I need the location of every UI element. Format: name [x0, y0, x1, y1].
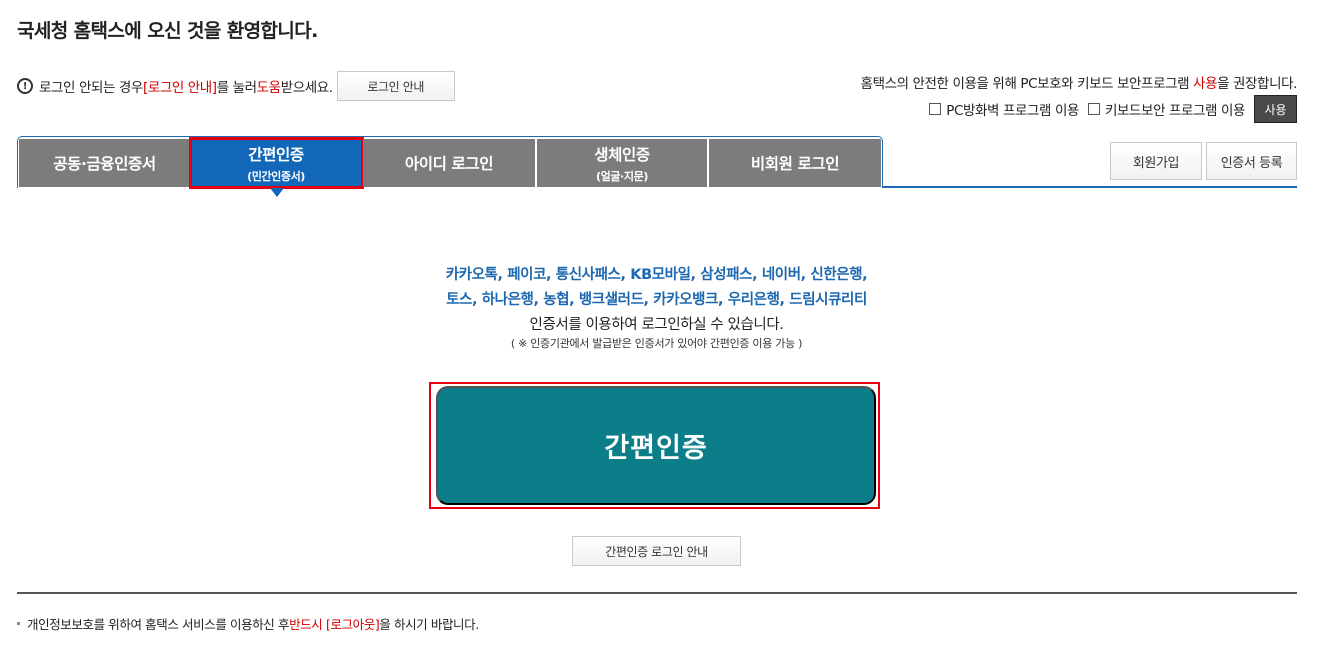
firewall-label: PC방화벽 프로그램 이용 [946, 103, 1079, 119]
help-highlight: 도움 [256, 80, 281, 96]
tab-label: 비회원 로그인 [750, 155, 840, 173]
help-text-middle: 를 눌러 [216, 80, 257, 96]
tab-sublabel: (얼굴·지문) [596, 169, 648, 183]
security-note: 홈택스의 안전한 이용을 위해 PC보호와 키보드 보안프로그램 사용을 권장합… [860, 72, 1298, 92]
certificate-note: ( ※ 인증기관에서 발급받은 인증서가 있어야 간편인증 이용 가능 ) [510, 337, 803, 350]
simple-auth-button[interactable]: 간편인증 [436, 386, 876, 505]
tab-biometric[interactable]: 생체인증 (얼굴·지문) [537, 139, 708, 187]
help-text-after: 받으세요. [280, 80, 333, 96]
tabs-underline [883, 186, 1297, 188]
tab-sublabel: (민간인증서) [247, 169, 305, 183]
security-note-after: 을 권장합니다. [1217, 76, 1297, 92]
tab-label: 공동·금융인증서 [53, 155, 156, 173]
divider [17, 592, 1297, 594]
firewall-checkbox[interactable] [929, 103, 942, 115]
footer-highlight: 반드시 [로그아웃] [289, 617, 380, 632]
security-note-before: 홈택스의 안전한 이용을 위해 PC보호와 키보드 보안프로그램 [860, 76, 1194, 92]
footer-text-before: 개인정보보호를 위하여 홈택스 서비스를 이용하신 후 [27, 617, 290, 632]
tab-label: 생체인증 [594, 145, 650, 164]
tab-joint-certificate[interactable]: 공동·금융인증서 [19, 139, 191, 187]
help-text-before: 로그인 안되는 경우 [39, 80, 143, 96]
providers-line-1: 카카오톡, 페이코, 통신사패스, KB모바일, 삼성패스, 네이버, 신한은행… [445, 267, 868, 283]
keyboard-security-checkbox[interactable] [1087, 103, 1100, 115]
keyboard-security-option[interactable]: 키보드보안 프로그램 이용 [1087, 99, 1245, 119]
firewall-option[interactable]: PC방화벽 프로그램 이용 [929, 99, 1079, 119]
bullet-icon [17, 622, 20, 625]
providers-line-2: 토스, 하나은행, 농협, 뱅크샐러드, 카카오뱅크, 우리은행, 드림시큐리티 [446, 292, 867, 308]
keyboard-security-label: 키보드보안 프로그램 이용 [1104, 103, 1245, 119]
footer-text-after: 을 하시기 바랍니다. [379, 617, 479, 632]
page-title: 국세청 홈택스에 오신 것을 환영합니다. [17, 20, 318, 42]
tab-id-login[interactable]: 아이디 로그인 [363, 139, 536, 187]
info-circle-icon: ! [17, 78, 33, 94]
tab-simple-auth[interactable]: 간편인증 (민간인증서) [189, 137, 364, 189]
help-link-text: [로그인 안내] [142, 80, 217, 96]
login-guide-button[interactable]: 로그인 안내 [336, 71, 455, 101]
security-options: PC방화벽 프로그램 이용 키보드보안 프로그램 이용 사용 [929, 95, 1297, 123]
tab-label: 간편인증 [248, 145, 304, 164]
security-note-highlight: 사용 [1193, 76, 1218, 92]
active-tab-arrow-icon [270, 188, 284, 197]
login-help-row: ! 로그인 안되는 경우 [로그인 안내] 를 눌러 도움 받으세요. 로그인 … [17, 71, 455, 101]
footer-notice: 개인정보보호를 위하여 홈택스 서비스를 이용하신 후 반드시 [로그아웃] 을… [17, 614, 479, 633]
provider-description: 카카오톡, 페이코, 통신사패스, KB모바일, 삼성패스, 네이버, 신한은행… [0, 263, 1313, 338]
tab-guest-login[interactable]: 비회원 로그인 [709, 139, 881, 187]
use-button[interactable]: 사용 [1254, 95, 1297, 123]
signup-button[interactable]: 회원가입 [1110, 142, 1202, 180]
register-certificate-button[interactable]: 인증서 등록 [1206, 142, 1297, 180]
tab-label: 아이디 로그인 [404, 155, 494, 173]
simple-auth-guide-button[interactable]: 간편인증 로그인 안내 [572, 536, 741, 566]
